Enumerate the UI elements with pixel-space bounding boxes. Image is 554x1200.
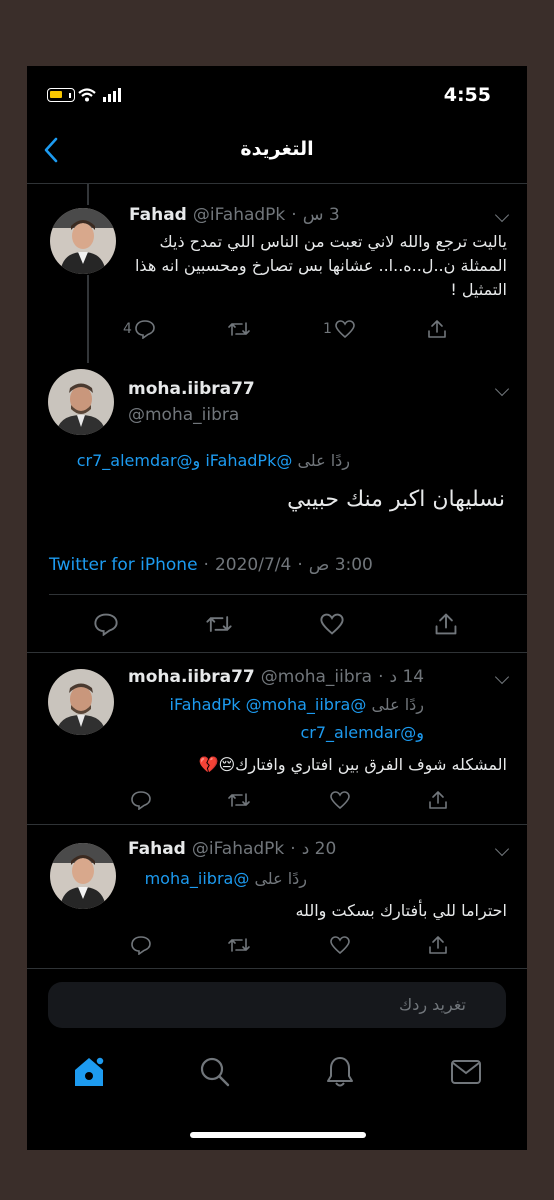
wifi-icon bbox=[78, 88, 96, 102]
avatar[interactable] bbox=[48, 369, 114, 435]
reply-to-line: ردًا على @moha_iibra bbox=[127, 869, 307, 888]
reply-icon bbox=[131, 936, 151, 955]
compose-divider bbox=[27, 968, 527, 969]
reply-to-label: ردًا على bbox=[297, 451, 350, 470]
retweet-button[interactable] bbox=[227, 790, 251, 810]
reply-button[interactable] bbox=[130, 790, 152, 810]
author-handle[interactable]: @moha_iibra bbox=[128, 405, 239, 425]
share-button[interactable] bbox=[427, 934, 449, 956]
retweet-icon bbox=[228, 322, 250, 336]
tweet-time: 20 د bbox=[301, 839, 337, 859]
reply-compose-input[interactable]: تغريد ردك bbox=[48, 982, 506, 1028]
tweet-date: 2020/7/4 bbox=[214, 555, 292, 575]
share-button[interactable] bbox=[427, 789, 449, 811]
like-button[interactable] bbox=[319, 612, 345, 636]
chevron-down-icon[interactable] bbox=[494, 669, 510, 685]
retweet-button[interactable] bbox=[205, 612, 233, 636]
mail-icon bbox=[451, 1060, 481, 1084]
like-button[interactable] bbox=[329, 935, 351, 955]
heart-icon bbox=[330, 791, 350, 810]
retweet-icon bbox=[228, 793, 250, 807]
chevron-down-icon[interactable] bbox=[494, 841, 510, 857]
author-handle[interactable]: @moha_iibra bbox=[261, 667, 372, 687]
chevron-down-icon[interactable] bbox=[494, 381, 510, 397]
status-time: 4:55 bbox=[443, 84, 491, 106]
home-indicator bbox=[190, 1132, 366, 1138]
author-name[interactable]: moha.iibra77 bbox=[128, 379, 255, 399]
compose-placeholder: تغريد ردك bbox=[399, 995, 466, 1014]
retweet-icon bbox=[228, 938, 250, 952]
tweet-text: المشكله شوف الفرق بين افتاري وافتارك😔💔 bbox=[198, 755, 507, 774]
page-title: التغريدة bbox=[240, 138, 314, 160]
reply-to-handles[interactable]: و@cr7_alemdar bbox=[127, 723, 424, 742]
avatar[interactable] bbox=[48, 669, 114, 735]
reply-to-handles[interactable]: @iFahadPk @moha_iibra bbox=[170, 695, 367, 714]
divider bbox=[27, 824, 527, 825]
avatar[interactable] bbox=[50, 208, 116, 274]
reply-to-handles[interactable]: @moha_iibra bbox=[145, 869, 250, 888]
reply-to-line: ردًا على @iFahadPk @moha_iibra bbox=[127, 695, 425, 714]
status-icons bbox=[47, 88, 121, 102]
like-button[interactable] bbox=[329, 790, 351, 810]
reply-to-handles[interactable]: @iFahadPk و@cr7_alemdar bbox=[77, 451, 293, 470]
author-name[interactable]: Fahad bbox=[128, 839, 186, 859]
share-button[interactable] bbox=[426, 318, 448, 340]
share-icon bbox=[429, 936, 447, 954]
thread-connector-top bbox=[87, 184, 89, 205]
tweet-time: 14 د bbox=[389, 667, 425, 687]
reply-to-label: ردًا على bbox=[254, 869, 307, 888]
author-handle[interactable]: @iFahadPk bbox=[192, 839, 284, 859]
reply-to-label: ردًا على bbox=[371, 695, 424, 714]
tweet-text: ياليت ترجع والله لاني تعبت من الناس اللي… bbox=[134, 232, 507, 299]
header-divider bbox=[27, 183, 527, 184]
retweet-button[interactable] bbox=[227, 935, 251, 955]
tweet-source[interactable]: Twitter for iPhone bbox=[49, 555, 198, 575]
retweet-icon bbox=[206, 616, 232, 632]
heart-icon bbox=[335, 320, 355, 339]
reply-button[interactable]: 4 bbox=[123, 319, 156, 339]
tweet-text: احتراما للي بأفتارك بسكت والله bbox=[295, 901, 507, 920]
tab-search[interactable] bbox=[199, 1056, 231, 1092]
author-handle[interactable]: @iFahadPk bbox=[193, 205, 285, 225]
like-count: 1 bbox=[323, 321, 332, 337]
reply-icon bbox=[94, 613, 118, 636]
author-name[interactable]: moha.iibra77 bbox=[128, 667, 255, 687]
like-button[interactable]: 1 bbox=[323, 319, 356, 339]
author-name[interactable]: Fahad bbox=[129, 205, 187, 225]
thread-connector bbox=[87, 275, 89, 363]
share-icon bbox=[429, 791, 447, 809]
share-icon bbox=[428, 320, 446, 338]
reply-button[interactable] bbox=[130, 935, 152, 955]
phone-screen: 4:55 التغريدة Fahad @iFahadPk · 3 س يالي… bbox=[27, 66, 527, 1150]
divider bbox=[49, 594, 527, 595]
reply-count: 4 bbox=[123, 321, 132, 337]
tab-messages[interactable] bbox=[450, 1059, 482, 1089]
reply-icon bbox=[131, 791, 151, 810]
share-button[interactable] bbox=[433, 611, 459, 637]
reply-icon bbox=[135, 320, 155, 339]
retweet-button[interactable] bbox=[227, 319, 251, 339]
share-icon bbox=[435, 613, 457, 635]
tab-notifications[interactable] bbox=[325, 1055, 355, 1093]
battery-icon bbox=[47, 88, 75, 102]
signal-icon bbox=[103, 88, 121, 102]
search-icon bbox=[200, 1057, 230, 1087]
tweet-time: 3:00 ص bbox=[308, 555, 373, 575]
avatar[interactable] bbox=[50, 843, 116, 909]
reply-button[interactable] bbox=[93, 612, 119, 636]
bell-icon bbox=[327, 1057, 353, 1087]
heart-icon bbox=[320, 613, 344, 635]
tweet-text: نسليهان اكبر منك حبيبي bbox=[287, 487, 505, 512]
chevron-down-icon[interactable] bbox=[494, 207, 510, 223]
tab-home[interactable] bbox=[71, 1055, 107, 1093]
divider bbox=[27, 652, 527, 653]
home-icon bbox=[75, 1056, 105, 1086]
heart-icon bbox=[330, 936, 350, 955]
tweet-time: 3 س bbox=[302, 205, 340, 225]
reply-to-line: ردًا على @iFahadPk و@cr7_alemdar bbox=[50, 451, 350, 470]
